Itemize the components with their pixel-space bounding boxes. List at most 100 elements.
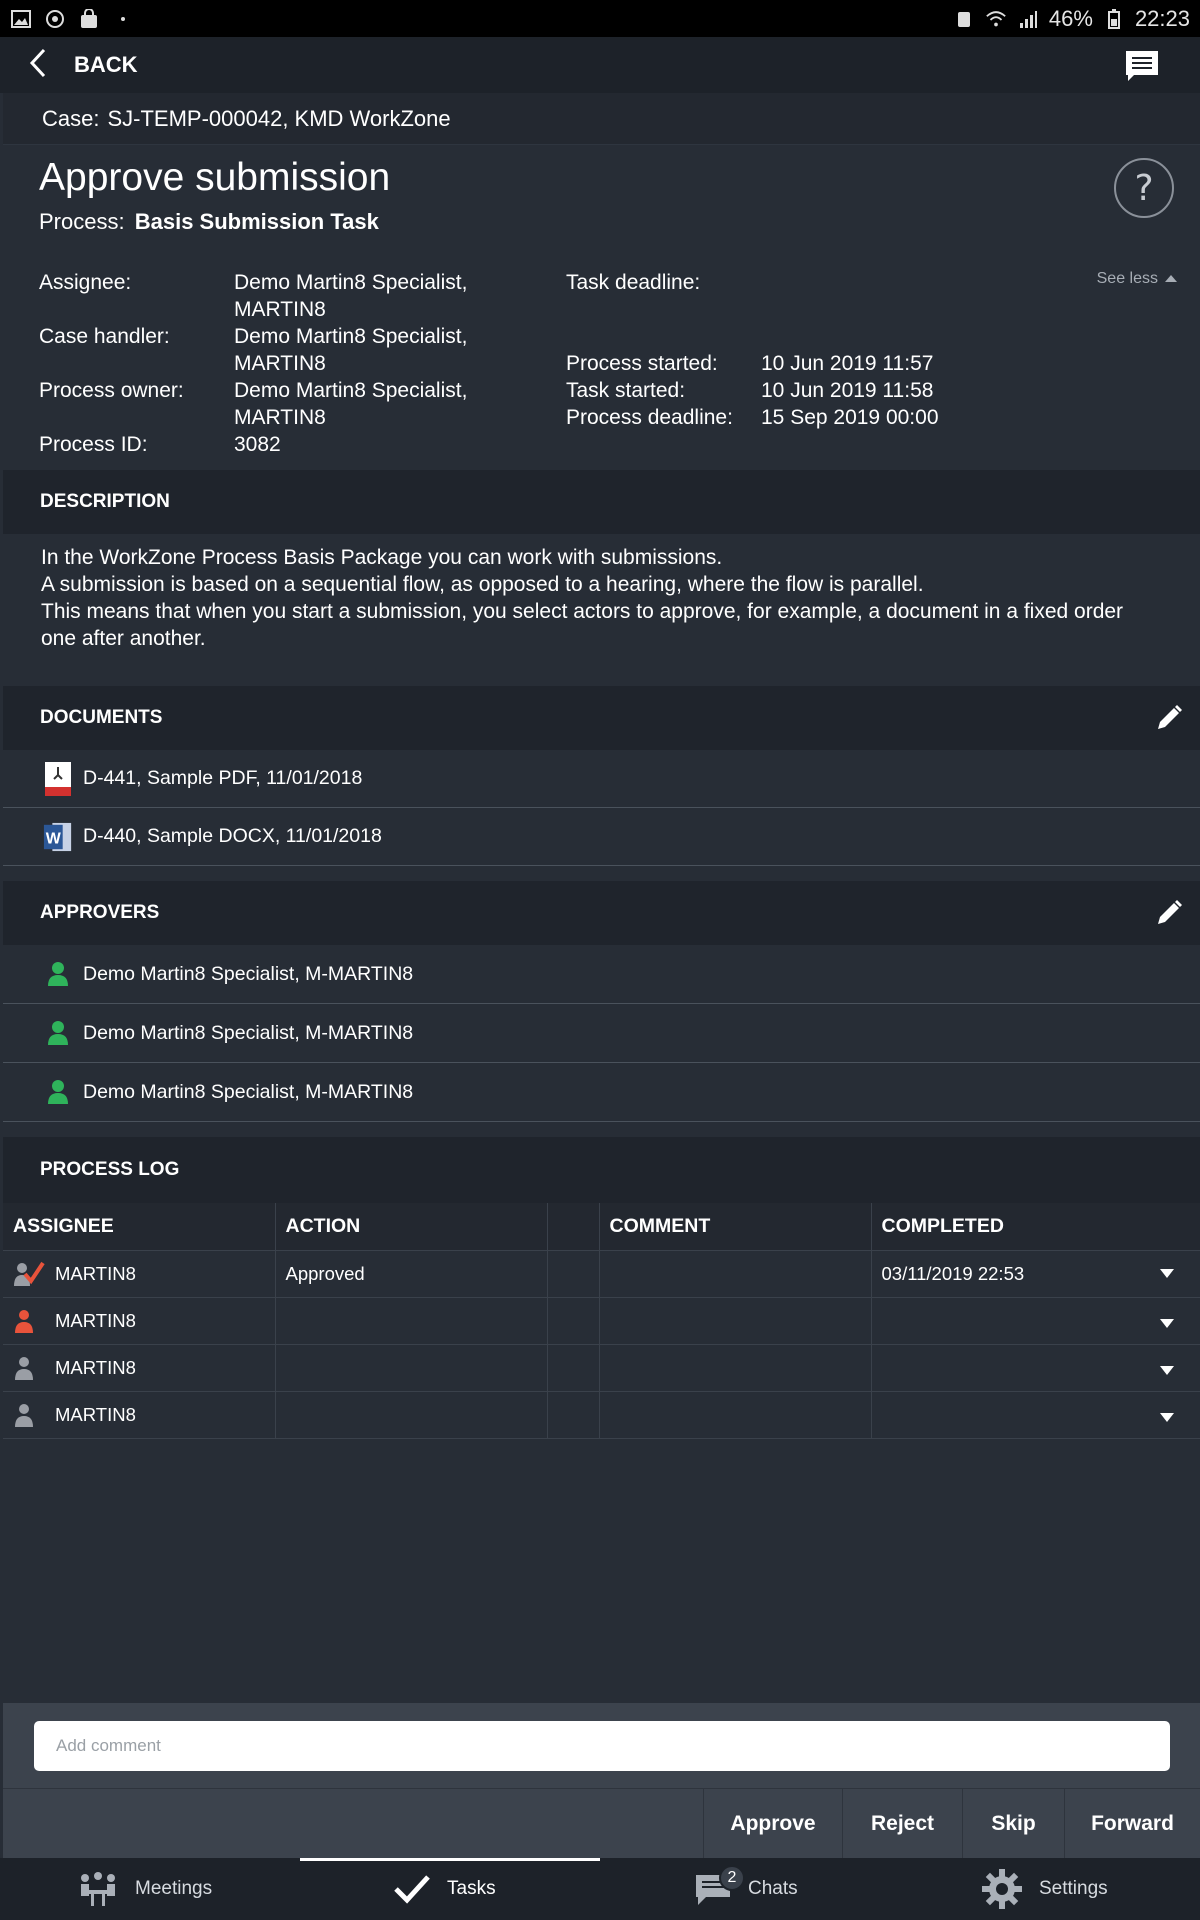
expand-row-icon[interactable] (1160, 1366, 1174, 1375)
meta-value: 15 Sep 2019 00:00 (761, 406, 939, 429)
approver-item[interactable]: Demo Martin8 Specialist, M-MARTIN8 (3, 1004, 1200, 1063)
status-bar: 46% 22:23 (0, 0, 1200, 37)
tab-tasks[interactable]: Tasks (393, 1858, 496, 1920)
meta-key: Process ID: (39, 433, 148, 456)
meta-value-line2: MARTIN8 (234, 352, 326, 375)
approver-item[interactable]: Demo Martin8 Specialist, M-MARTIN8 (3, 945, 1200, 1004)
tab-settings[interactable]: Settings (981, 1858, 1108, 1920)
completed-cell: 03/11/2019 22:53 (871, 1250, 1200, 1298)
meta-value-line2: MARTIN8 (234, 298, 326, 321)
column-header-comment[interactable]: COMMENT (599, 1203, 872, 1251)
comment-cell (599, 1250, 872, 1298)
user-pending-icon (13, 1353, 45, 1383)
approver-label: Demo Martin8 Specialist, M-MARTIN8 (83, 962, 414, 985)
edit-approvers-icon[interactable] (1154, 898, 1184, 928)
comment-input[interactable] (34, 1721, 1170, 1771)
help-button[interactable]: ? (1114, 158, 1174, 218)
description-heading: DESCRIPTION (3, 470, 1200, 534)
comment-area (3, 1703, 1200, 1788)
meta-value: Demo Martin8 Specialist, (234, 325, 468, 348)
chevron-left-icon (28, 48, 48, 83)
blank-cell (547, 1344, 600, 1392)
checkmark-icon (393, 1874, 431, 1904)
tab-meetings[interactable]: Meetings (77, 1858, 212, 1920)
table-row[interactable]: MARTIN8 (3, 1391, 1200, 1439)
description-line: one after another. (41, 627, 206, 650)
description-line: This means that when you start a submiss… (41, 600, 1124, 623)
assignee-cell: MARTIN8 (3, 1250, 276, 1298)
shopping-bag-icon (78, 8, 100, 30)
assignee-cell: MARTIN8 (3, 1297, 276, 1345)
document-item[interactable]: D-441, Sample PDF, 11/01/2018 (3, 750, 1200, 808)
column-header-completed[interactable]: COMPLETED (871, 1203, 1200, 1251)
table-row[interactable]: MARTIN8 (3, 1297, 1200, 1345)
column-header-action[interactable]: ACTION (275, 1203, 548, 1251)
document-item[interactable]: W D-440, Sample DOCX, 11/01/2018 (3, 808, 1200, 866)
battery-percent: 46% (1048, 5, 1093, 31)
comment-cell (599, 1391, 872, 1439)
expand-row-icon[interactable] (1160, 1319, 1174, 1328)
action-cell (275, 1297, 548, 1345)
tab-chats[interactable]: Chats (694, 1858, 798, 1920)
tab-label: Settings (1039, 1878, 1108, 1899)
meta-key: Process deadline: (566, 406, 733, 429)
completed-cell (871, 1297, 1200, 1345)
app-bar: BACK (0, 37, 1200, 93)
expand-row-icon[interactable] (1160, 1413, 1174, 1422)
description-body: In the WorkZone Process Basis Package yo… (3, 534, 1200, 686)
meta-key: Assignee: (39, 271, 132, 294)
expand-row-icon[interactable] (1160, 1268, 1174, 1278)
column-header-blank (547, 1203, 600, 1251)
edit-documents-icon[interactable] (1154, 703, 1184, 733)
user-approved-icon (13, 1259, 45, 1289)
column-header-assignee[interactable]: ASSIGNEE (3, 1203, 276, 1251)
completed-cell (871, 1391, 1200, 1439)
skip-label: Skip (991, 1812, 1036, 1835)
see-less-label: See less (1096, 270, 1158, 287)
task-header: Approve submission Process: Basis Submis… (3, 146, 1200, 470)
tab-label: Tasks (447, 1878, 496, 1899)
approver-item[interactable]: Demo Martin8 Specialist, M-MARTIN8 (3, 1063, 1200, 1122)
document-label: D-440, Sample DOCX, 11/01/2018 (83, 825, 382, 847)
meta-key: Process started: (566, 352, 718, 375)
documents-heading: DOCUMENTS (3, 686, 1200, 750)
forward-button[interactable]: Forward (1064, 1789, 1200, 1859)
case-value: SJ-TEMP-000042, KMD WorkZone (107, 105, 451, 131)
approve-button[interactable]: Approve (703, 1789, 842, 1859)
meta-value: 10 Jun 2019 11:57 (761, 352, 934, 375)
signal-icon (1017, 8, 1039, 30)
pdf-file-icon (43, 761, 73, 797)
user-active-icon (13, 1306, 45, 1336)
reject-button[interactable]: Reject (842, 1789, 962, 1859)
skip-button[interactable]: Skip (962, 1789, 1064, 1859)
blank-cell (547, 1391, 600, 1439)
approver-label: Demo Martin8 Specialist, M-MARTIN8 (83, 1021, 414, 1044)
document-label: D-441, Sample PDF, 11/01/2018 (83, 767, 363, 789)
assignee-name: MARTIN8 (55, 1356, 136, 1378)
message-icon[interactable] (1124, 49, 1160, 83)
table-row[interactable]: MARTIN8 Approved 03/11/2019 22:53 (3, 1250, 1200, 1298)
case-bar: Case: SJ-TEMP-000042, KMD WorkZone (3, 93, 1200, 145)
gear-icon (981, 1868, 1023, 1910)
description-line: In the WorkZone Process Basis Package yo… (41, 546, 723, 569)
table-row[interactable]: MARTIN8 (3, 1344, 1200, 1392)
meta-value: 10 Jun 2019 11:58 (761, 379, 934, 402)
blank-cell (547, 1297, 600, 1345)
back-button[interactable]: BACK (0, 37, 138, 93)
process-name: Basis Submission Task (134, 209, 379, 234)
word-file-icon: W (43, 819, 73, 855)
comment-cell (599, 1297, 872, 1345)
see-less-toggle[interactable]: See less (1097, 270, 1178, 288)
section-title: DOCUMENTS (40, 707, 163, 728)
process-log-heading: PROCESS LOG (3, 1137, 1200, 1203)
back-label: BACK (74, 52, 138, 77)
page-title: Approve submission (39, 156, 391, 199)
process-label: Process: (39, 209, 125, 234)
user-icon (43, 1074, 73, 1110)
table-header-row: ASSIGNEE ACTION COMMENT COMPLETED (3, 1203, 1200, 1251)
assignee-name: MARTIN8 (55, 1262, 136, 1284)
assignee-name: MARTIN8 (55, 1403, 136, 1425)
description-line: A submission is based on a sequential fl… (41, 573, 924, 596)
approvers-heading: APPROVERS (3, 881, 1200, 945)
section-title: PROCESS LOG (40, 1159, 180, 1180)
